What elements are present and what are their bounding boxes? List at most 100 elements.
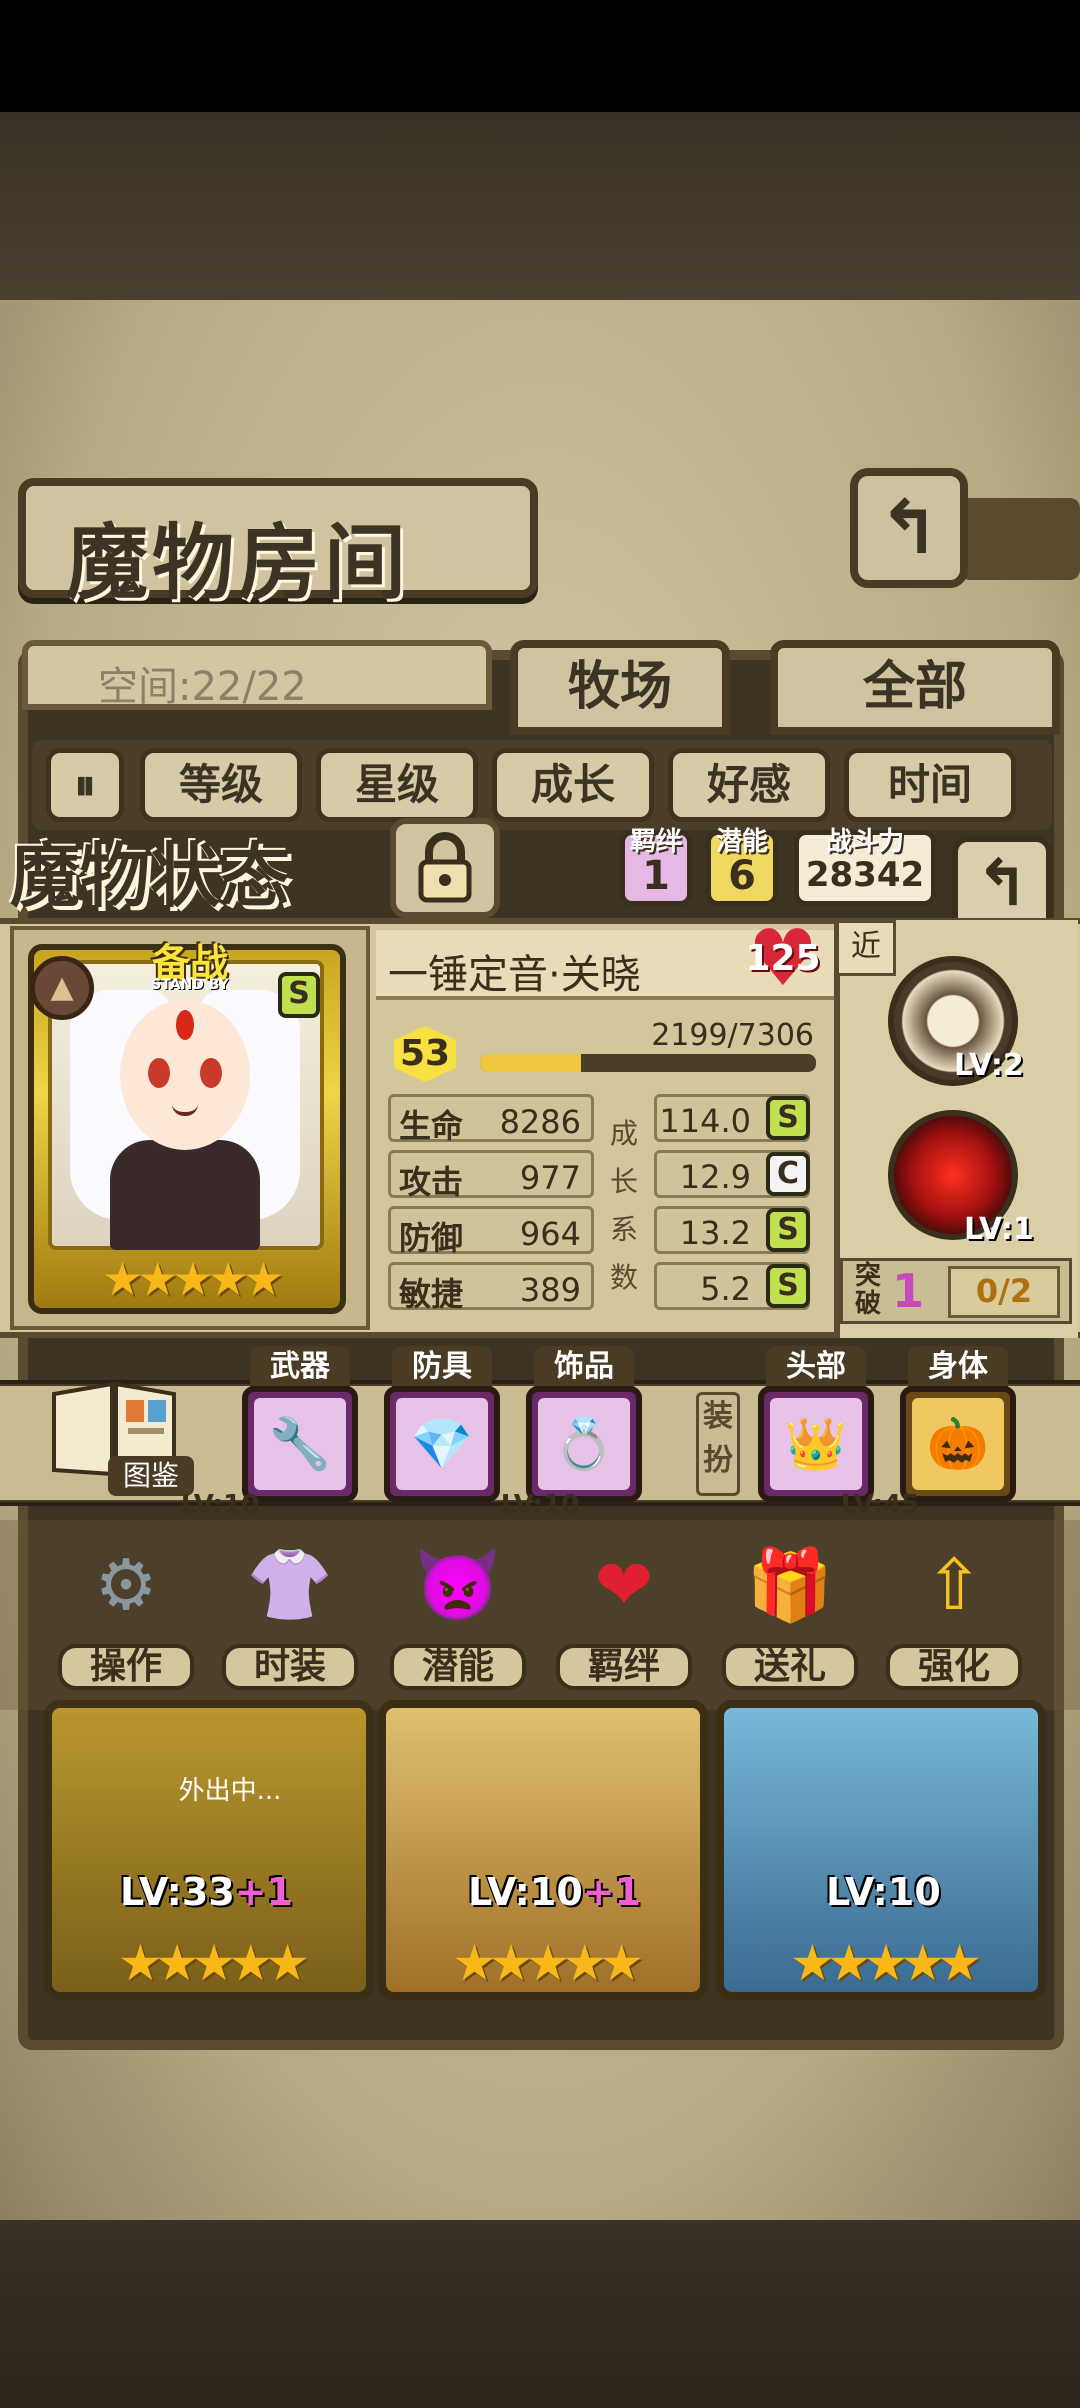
slot-label-armor: 防具 (392, 1346, 492, 1388)
grade-badge: S (766, 1096, 810, 1140)
padlock-icon (418, 832, 472, 903)
bond-button[interactable]: ❤ 羁绊 (556, 1530, 692, 1700)
pumpkin-icon: 🎃 (912, 1398, 1004, 1490)
slot-label-head: 头部 (766, 1346, 866, 1388)
fashion-button[interactable]: 👚 时装 (222, 1530, 358, 1700)
tab-all[interactable]: 全部 (770, 640, 1060, 735)
xp-bar (480, 1054, 816, 1072)
breakthrough-value: 1 (892, 1264, 925, 1318)
action-label: 操作 (58, 1644, 194, 1690)
character-face (120, 1000, 250, 1150)
potential-button[interactable]: 👿 潜能 (390, 1530, 526, 1700)
return-arrow-icon: ↰ (877, 485, 940, 571)
combat-power-value: 28342 (805, 855, 925, 895)
operate-button[interactable]: ⚙ 操作 (58, 1530, 194, 1700)
action-label: 羁绊 (556, 1644, 692, 1690)
roster-level-value: LV:10 (826, 1870, 941, 1914)
stat-value: 977 (519, 1159, 581, 1197)
grade-badge: S (766, 1208, 810, 1252)
action-label: 时装 (222, 1644, 358, 1690)
back-button[interactable]: ↰ (850, 468, 968, 588)
gem-shield-icon: 💎 (396, 1398, 488, 1490)
sort-toggle-button[interactable]: ⏸ (46, 748, 124, 822)
potential-value: 6 (728, 853, 756, 899)
stat-label: 攻击 (399, 1163, 464, 1201)
accessory-slot[interactable]: 💍 (526, 1386, 642, 1502)
combat-power-badge: 战斗力 28342 (794, 827, 936, 906)
grade-badge: C (766, 1152, 810, 1196)
away-status: 外出中... (178, 1776, 282, 1806)
affection-value: 125 (745, 938, 821, 979)
enhance-button[interactable]: ⇧ 强化 (886, 1530, 1022, 1700)
stat-label: 防御 (399, 1219, 464, 1257)
stat-row-attack: 攻击 977 (388, 1150, 594, 1201)
slot-label-body: 身体 (908, 1346, 1008, 1388)
action-label: 潜能 (390, 1644, 526, 1690)
skill-level: LV:1 (964, 1212, 1034, 1247)
sort-affection-button[interactable]: 好感 (668, 748, 830, 822)
stat-label: 敏捷 (399, 1275, 464, 1313)
stat-row-hp: 生命 8286 (388, 1094, 594, 1145)
monster-status-title: 魔物状态 (10, 834, 290, 917)
roster-stars: ★★★★★ (117, 1934, 310, 1992)
range-tag: 近 (836, 920, 896, 976)
stat-value: 8286 (499, 1103, 581, 1141)
skill-1[interactable]: LV:2 (888, 956, 1024, 1086)
body-slot[interactable]: 🎃 (900, 1386, 1016, 1502)
standby-subtext: STAND BY (151, 977, 229, 993)
title-plate: 魔物房间 (18, 478, 538, 611)
hearts-icon: ❤ (594, 1544, 654, 1626)
skill-2[interactable]: LV:1 (888, 1110, 1034, 1247)
roster-level: LV:10 (826, 1870, 1026, 1920)
potential-badge: 潜能 6 (706, 827, 778, 906)
xp-text: 2199/7306 (651, 1018, 814, 1053)
mountain-role-icon: ▲ (30, 956, 94, 1020)
lock-button[interactable] (390, 818, 500, 918)
sort-growth-button[interactable]: 成长 (492, 748, 654, 822)
stat-value: 964 (519, 1215, 581, 1253)
tab-pasture[interactable]: 牧场 (510, 640, 730, 735)
gear-icon: ⚙ (94, 1544, 158, 1626)
gift-icon: 🎁 (746, 1543, 834, 1626)
roster-level-value: LV:10 (468, 1870, 583, 1914)
map-background-top (0, 112, 1080, 302)
sort-level-button[interactable]: 等级 (140, 748, 302, 822)
character-body (110, 1140, 260, 1250)
stat-label: 生命 (399, 1107, 464, 1145)
stat-row-defense: 防御 964 (388, 1206, 594, 1257)
slot-label-accessory: 饰品 (534, 1346, 634, 1388)
stat-row-agility: 敏捷 389 (388, 1262, 594, 1313)
breakthrough-progress[interactable]: 0/2 (948, 1266, 1060, 1318)
bond-badge: 羁绊 1 (620, 827, 692, 906)
roster-level-bonus: +1 (234, 1870, 294, 1914)
roster-stars: ★★★★★ (451, 1934, 644, 1992)
shadow-demon-icon: 👿 (414, 1543, 502, 1626)
growth-coefficient-label: 成长系数 (608, 1110, 640, 1310)
capacity-label: 空间:22/22 (22, 640, 492, 710)
sort-time-button[interactable]: 时间 (844, 748, 1016, 822)
weapon-slot[interactable]: 🔧 (242, 1386, 358, 1502)
roster-level-value: LV:33 (120, 1870, 235, 1914)
back-button-rail (960, 498, 1080, 580)
outfit-icon: 👚 (246, 1543, 334, 1626)
ring-icon: 💍 (538, 1398, 630, 1490)
roster-level-bonus: +1 (582, 1870, 642, 1914)
action-label: 强化 (886, 1644, 1022, 1690)
stat-value: 389 (519, 1271, 581, 1309)
xp-bar-fill (480, 1054, 582, 1072)
roster-level: LV:10+1 (468, 1870, 668, 1920)
up-arrows-icon: ⇧ (924, 1544, 984, 1626)
roster-level: LV:33+1 (120, 1870, 320, 1920)
sort-toggle-icon: ⏸ (74, 760, 96, 809)
combat-power-label: 战斗力 (825, 827, 904, 857)
skill-level: LV:2 (954, 1048, 1024, 1083)
slot-label-weapon: 武器 (250, 1346, 350, 1388)
sort-star-button[interactable]: 星级 (316, 748, 478, 822)
return-arrow-icon: ↰ (975, 847, 1029, 921)
gift-button[interactable]: 🎁 送礼 (722, 1530, 858, 1700)
head-slot[interactable]: 👑 (758, 1386, 874, 1502)
armor-slot[interactable]: 💎 (384, 1386, 500, 1502)
map-background-bottom (0, 2220, 1080, 2408)
dress-up-label: 装扮 (696, 1392, 740, 1496)
growth-coefficient-text: 成长系数 (609, 1117, 638, 1294)
